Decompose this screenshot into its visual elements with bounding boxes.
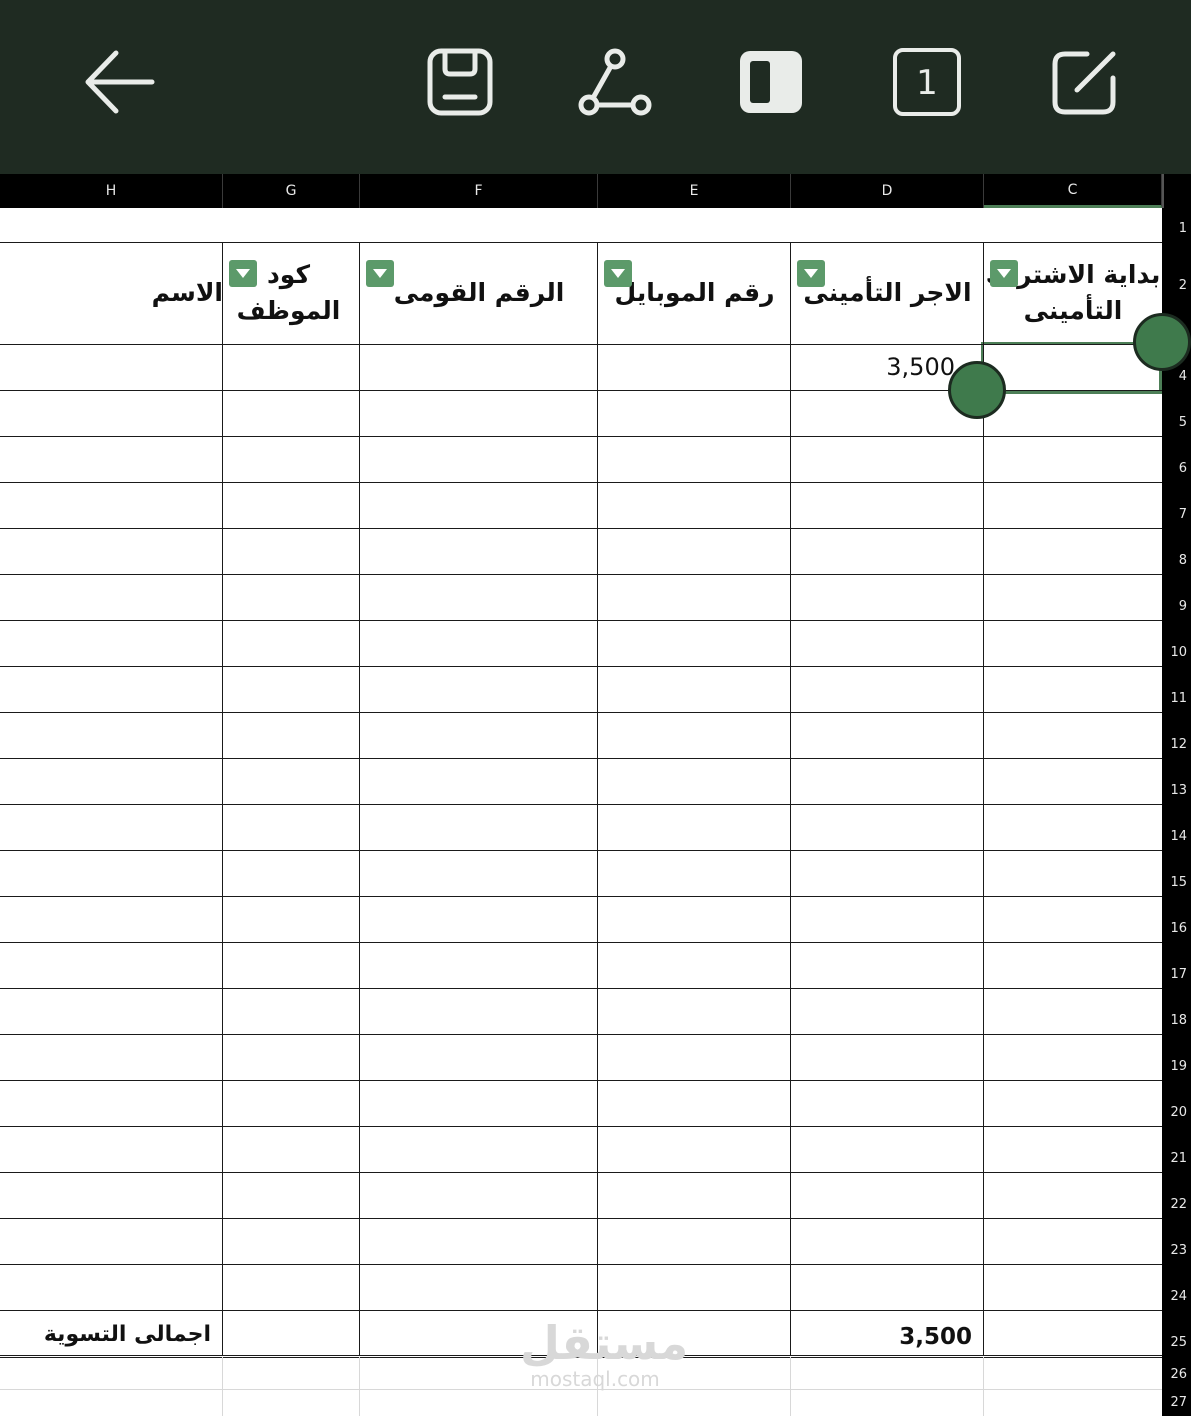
row-header-11[interactable]: 11 <box>1162 666 1191 712</box>
grid-line <box>0 942 1162 943</box>
column-header-f[interactable]: F <box>360 174 598 208</box>
grid-line <box>0 712 1162 713</box>
grid-line <box>0 1034 1162 1035</box>
row-header-9[interactable]: 9 <box>1162 574 1191 620</box>
row-header-5[interactable]: 5 <box>1162 390 1191 436</box>
row-header-10[interactable]: 10 <box>1162 620 1191 666</box>
grid-line <box>790 242 791 1356</box>
column-header-g[interactable]: G <box>223 174 360 208</box>
row-header-25[interactable]: 25 <box>1162 1310 1191 1356</box>
grid-line <box>0 574 1162 575</box>
row-header-20[interactable]: 20 <box>1162 1080 1191 1126</box>
top-toolbar: 1 <box>0 0 1191 174</box>
grid-line <box>983 1357 984 1416</box>
filter-dropdown-c[interactable] <box>990 260 1018 287</box>
row-header-23[interactable]: 23 <box>1162 1218 1191 1264</box>
row-header-24[interactable]: 24 <box>1162 1264 1191 1310</box>
header-insurance-start-line2: التأمينى <box>1023 296 1123 325</box>
row-header-19[interactable]: 19 <box>1162 1034 1191 1080</box>
grid-line <box>0 850 1162 851</box>
split-view-button[interactable] <box>731 42 811 122</box>
edit-button[interactable] <box>1043 42 1123 122</box>
share-button[interactable] <box>575 42 655 122</box>
grid-line <box>0 528 1162 529</box>
row-header-7[interactable]: 7 <box>1162 482 1191 528</box>
row-header-8[interactable]: 8 <box>1162 528 1191 574</box>
cell-d25-total[interactable]: 3,500 <box>791 1310 972 1356</box>
row-header-13[interactable]: 13 <box>1162 758 1191 804</box>
column-header-h[interactable]: H <box>0 174 223 208</box>
filter-dropdown-e[interactable] <box>604 260 632 287</box>
row-header-1[interactable]: 1 <box>1162 208 1191 242</box>
column-header-e[interactable]: E <box>598 174 791 208</box>
grid-line <box>0 666 1162 667</box>
grid-line <box>222 1357 223 1416</box>
row-header-14[interactable]: 14 <box>1162 804 1191 850</box>
column-header-d[interactable]: D <box>791 174 984 208</box>
selection-handle-start[interactable] <box>1133 313 1191 371</box>
watermark-logo: مستقل <box>520 1316 689 1370</box>
header-insurance-wage[interactable]: الاجر التأمينى <box>791 242 984 344</box>
grid-line <box>0 436 1162 437</box>
filter-dropdown-d[interactable] <box>797 260 825 287</box>
row-header-22[interactable]: 22 <box>1162 1172 1191 1218</box>
grid-line <box>0 344 1162 345</box>
column-header-bar: H G F E D C <box>0 174 1191 208</box>
row-header-bar: 1234567891011121314151617181920212223242… <box>1162 208 1191 1416</box>
header-employee-code[interactable]: كود الموظف <box>223 242 360 344</box>
arrow-left-icon <box>85 50 155 114</box>
grid-line <box>790 1357 791 1416</box>
grid-line <box>0 758 1162 759</box>
grid-line <box>359 1357 360 1416</box>
select-all-corner[interactable] <box>1162 174 1191 208</box>
header-national-id[interactable]: الرقم القومى <box>360 242 598 344</box>
watermark-url: mostaql.com <box>530 1367 660 1391</box>
filter-dropdown-g[interactable] <box>229 260 257 287</box>
back-button[interactable] <box>78 42 158 122</box>
row-header-26[interactable]: 26 <box>1162 1356 1191 1388</box>
page-count-label: 1 <box>916 63 938 103</box>
grid-line <box>0 988 1162 989</box>
grid-line <box>0 620 1162 621</box>
edit-icon <box>1052 51 1116 115</box>
row-header-27[interactable]: 27 <box>1162 1388 1191 1416</box>
row-header-17[interactable]: 17 <box>1162 942 1191 988</box>
page-count-icon: 1 <box>893 48 961 116</box>
row-header-12[interactable]: 12 <box>1162 712 1191 758</box>
row-header-6[interactable]: 6 <box>1162 436 1191 482</box>
grid-line <box>0 1310 1162 1311</box>
grid-line <box>359 242 360 1356</box>
cell-d4[interactable]: 3,500 <box>791 344 955 390</box>
grid-line <box>597 242 598 1356</box>
row-header-18[interactable]: 18 <box>1162 988 1191 1034</box>
row-header-15[interactable]: 15 <box>1162 850 1191 896</box>
page-count-button[interactable]: 1 <box>887 42 967 122</box>
share-icon <box>578 48 652 116</box>
header-mobile[interactable]: رقم الموبايل <box>598 242 791 344</box>
grid-line <box>0 1080 1162 1081</box>
grid-line <box>0 1218 1162 1219</box>
split-view-icon <box>740 51 802 113</box>
save-button[interactable] <box>420 42 500 122</box>
save-icon <box>427 48 493 116</box>
row-header-2[interactable]: 2 <box>1162 242 1191 299</box>
row-header-16[interactable]: 16 <box>1162 896 1191 942</box>
cell-h25-total-label[interactable]: اجمالى التسوية <box>0 1310 211 1356</box>
grid-line <box>0 482 1162 483</box>
grid-line <box>0 1264 1162 1265</box>
selection-handle-end[interactable] <box>948 361 1006 419</box>
grid-line <box>0 1172 1162 1173</box>
grid-line <box>0 804 1162 805</box>
grid-line <box>0 242 1162 243</box>
grid-line <box>0 1126 1162 1127</box>
row-header-21[interactable]: 21 <box>1162 1126 1191 1172</box>
grid-line <box>222 242 223 1356</box>
column-header-c[interactable]: C <box>984 174 1162 208</box>
watermark: مستقل mostaql.com <box>520 1316 689 1391</box>
header-name[interactable]: الاسم <box>0 242 223 344</box>
filter-dropdown-f[interactable] <box>366 260 394 287</box>
grid-line <box>0 896 1162 897</box>
